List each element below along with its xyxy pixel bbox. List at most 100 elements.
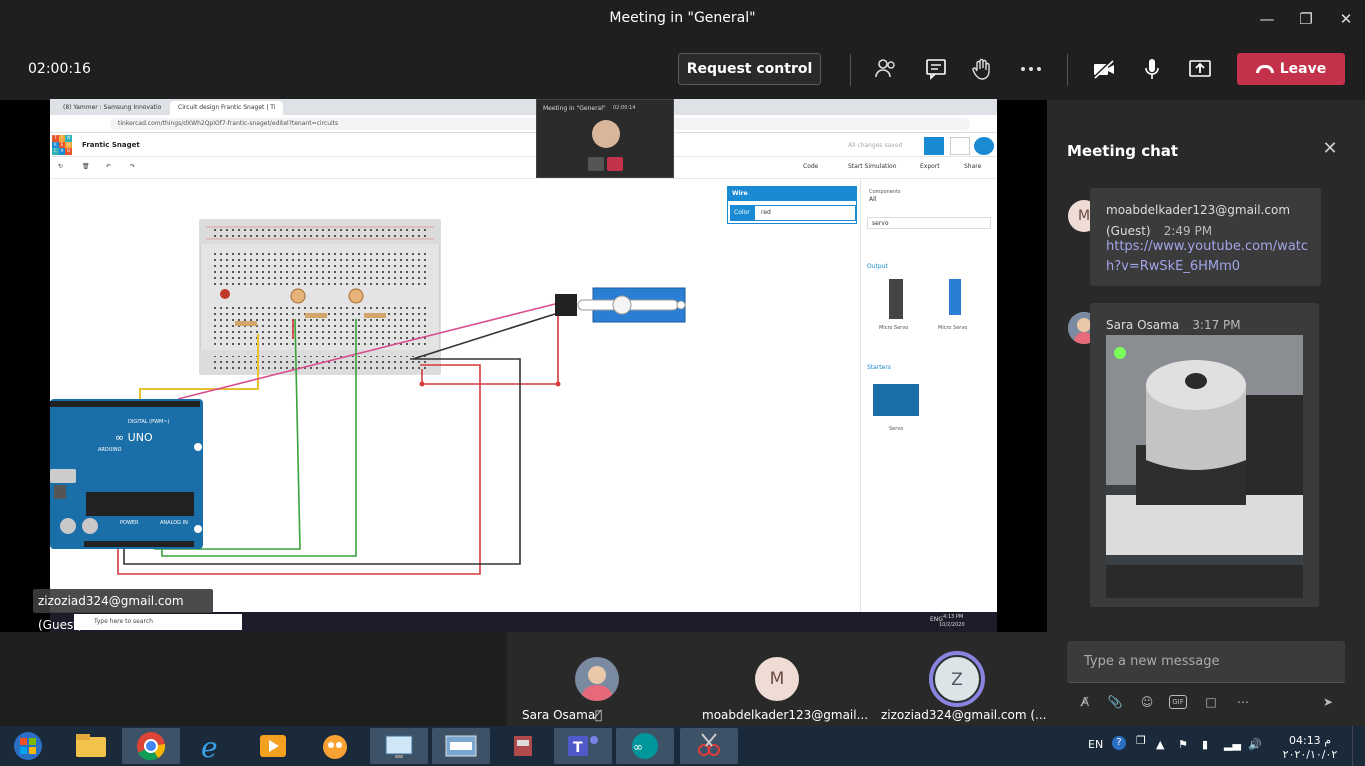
more-options-icon[interactable]: [1018, 56, 1044, 82]
mini-avatar: [592, 120, 620, 148]
chat-close-icon[interactable]: ✕: [1320, 138, 1340, 159]
teams-icon[interactable]: T: [554, 728, 612, 764]
message-time: 2:49 PM: [1163, 224, 1213, 238]
browser-tabs: (8) Yammer : Samsung Innovatio Circuit d…: [50, 99, 997, 115]
micro-servo-thumbnail: [889, 279, 903, 319]
message-sender: Sara Osama: [1106, 318, 1180, 332]
scratch-icon[interactable]: [306, 728, 364, 764]
format-icon[interactable]: A̸: [1075, 692, 1095, 712]
participant-tile[interactable]: M moabdelkader123@gmail....: [687, 632, 872, 726]
components-search: servo: [867, 217, 991, 229]
participants-icon[interactable]: [873, 56, 899, 82]
undo-icon: ↶: [106, 163, 112, 170]
toolbar-divider: [850, 54, 851, 86]
svg-text:e: e: [201, 731, 218, 764]
leave-button[interactable]: Leave: [1237, 53, 1345, 85]
resistor: [305, 313, 327, 318]
delete-icon: 🗑: [82, 163, 90, 170]
internet-explorer-icon[interactable]: e: [184, 728, 242, 764]
snipping-tool-icon[interactable]: [680, 728, 738, 764]
speaking-ring: Z: [929, 651, 985, 707]
photoresistor: [348, 288, 364, 304]
participant-name: Sara Osama: [522, 708, 596, 722]
flag-icon[interactable]: ⚑: [1178, 738, 1188, 751]
export-label: Export: [920, 163, 940, 170]
chrome-icon[interactable]: [122, 728, 180, 764]
send-icon[interactable]: ➤: [1318, 692, 1338, 712]
raise-hand-icon[interactable]: [969, 56, 995, 82]
remote-desktop-icon[interactable]: [370, 728, 428, 764]
windows-taskbar: e T ∞ EN ? ❐ ▲ ⚑ ▮ ▂▄ 🔊 04:13 م ٢٠٢٠/١٠/…: [0, 726, 1365, 766]
participant-name: moabdelkader123@gmail....: [702, 708, 872, 722]
save-status: All changes saved: [848, 142, 903, 149]
help-icon[interactable]: ?: [1112, 736, 1126, 750]
microphone-icon[interactable]: [1139, 56, 1165, 82]
micro-servo-thumbnail: [949, 279, 961, 315]
message-time: 3:17 PM: [1192, 318, 1241, 332]
minimize-icon[interactable]: —: [1252, 6, 1282, 32]
participant-tile[interactable]: Z zizoziad324@gmail.com (...: [867, 632, 1047, 726]
tinkercad-toolbar: ↻ 🗑 ↶ ↷ Code Start Simulation Export Sha…: [50, 157, 997, 179]
request-control-button[interactable]: Request control: [678, 53, 821, 85]
rotate-icon: ↻: [58, 163, 64, 170]
show-desktop-button[interactable]: [1352, 726, 1365, 766]
keyboard-app-icon[interactable]: [432, 728, 490, 764]
network-icon[interactable]: ▂▄: [1224, 738, 1241, 751]
chat-title: Meeting chat: [1067, 142, 1179, 160]
robot-app-icon[interactable]: [494, 728, 552, 764]
shared-photo[interactable]: [1106, 335, 1303, 598]
phone-hangup-icon: [1255, 65, 1274, 73]
browser-url-bar: tinkercad.com/things/dXWh2QpIOf7-frantic…: [50, 115, 997, 133]
title-bar: Meeting in "General" — ❐ ✕: [0, 0, 1365, 38]
meeting-timer: 02:00:16: [28, 61, 91, 77]
file-explorer-icon[interactable]: [62, 728, 120, 764]
circuit-drawing: ∞ UNO ARDUINO DIGITAL (PWM~) POWER ANALO…: [50, 219, 686, 575]
language-indicator[interactable]: EN: [1088, 738, 1103, 751]
redo-icon: ↷: [130, 163, 136, 170]
participant-tile[interactable]: Sara Osama 🎙̸: [507, 632, 687, 726]
chat-message-input[interactable]: [1067, 641, 1345, 682]
battery-icon[interactable]: ▮: [1202, 738, 1208, 751]
tinkercad-logo: TIN KER CAD: [52, 135, 72, 155]
arduino-ide-icon[interactable]: ∞: [616, 728, 674, 764]
resistor: [364, 313, 386, 318]
svg-text:ANALOG IN: ANALOG IN: [160, 520, 188, 526]
attach-icon[interactable]: 📎: [1105, 692, 1125, 712]
message-link[interactable]: https://www.youtube.com/watch?v=RwSkE_6H…: [1106, 237, 1312, 277]
maximize-icon[interactable]: ❐: [1291, 6, 1321, 32]
volume-icon[interactable]: 🔊: [1248, 738, 1262, 751]
taskbar-clock[interactable]: 04:13 م ٢٠٢٠/١٠/٠٢: [1278, 734, 1342, 762]
svg-text:∞: ∞: [633, 740, 643, 754]
shared-time: 4:13 PM: [943, 614, 964, 620]
show-hidden-icons[interactable]: ▲: [1156, 738, 1164, 751]
emoji-icon[interactable]: ☺: [1137, 692, 1157, 712]
chat-icon[interactable]: [923, 56, 949, 82]
media-player-icon[interactable]: [244, 728, 302, 764]
start-button[interactable]: [2, 728, 54, 764]
wire-color-value: red: [761, 209, 771, 216]
chat-input-box[interactable]: [1067, 641, 1345, 683]
leave-label: Leave: [1279, 61, 1327, 77]
mini-meeting-window: Meeting in "General" 02:00:14: [536, 99, 674, 178]
sticker-icon[interactable]: □: [1201, 692, 1221, 712]
more-icon[interactable]: ⋯: [1233, 692, 1253, 712]
share-screen-icon[interactable]: [1187, 56, 1213, 82]
components-panel: Components All servo Output Micro Servo …: [860, 179, 997, 612]
svg-text:∞ UNO: ∞ UNO: [115, 431, 153, 444]
close-icon[interactable]: ✕: [1331, 6, 1361, 32]
component-label: Micro Servo: [879, 325, 909, 331]
components-filter: All: [869, 196, 877, 203]
participant-avatar: [575, 657, 619, 701]
starter-thumbnail: [873, 384, 919, 416]
participant-avatar: Z: [933, 655, 981, 703]
share-label: Share: [964, 163, 982, 170]
display-icon[interactable]: ❐: [1136, 734, 1146, 747]
taskbar-time: 04:13 م: [1288, 734, 1331, 747]
camera-off-icon[interactable]: [1091, 56, 1117, 82]
components-label: Components: [869, 189, 901, 195]
chat-message: moabdelkader123@gmail.com (Guest) 2:49 P…: [1090, 188, 1321, 286]
shared-screen: (8) Yammer : Samsung Innovatio Circuit d…: [50, 99, 997, 632]
svg-text:T: T: [573, 740, 583, 756]
gif-icon[interactable]: GIF: [1169, 695, 1187, 709]
resistor: [235, 321, 257, 326]
